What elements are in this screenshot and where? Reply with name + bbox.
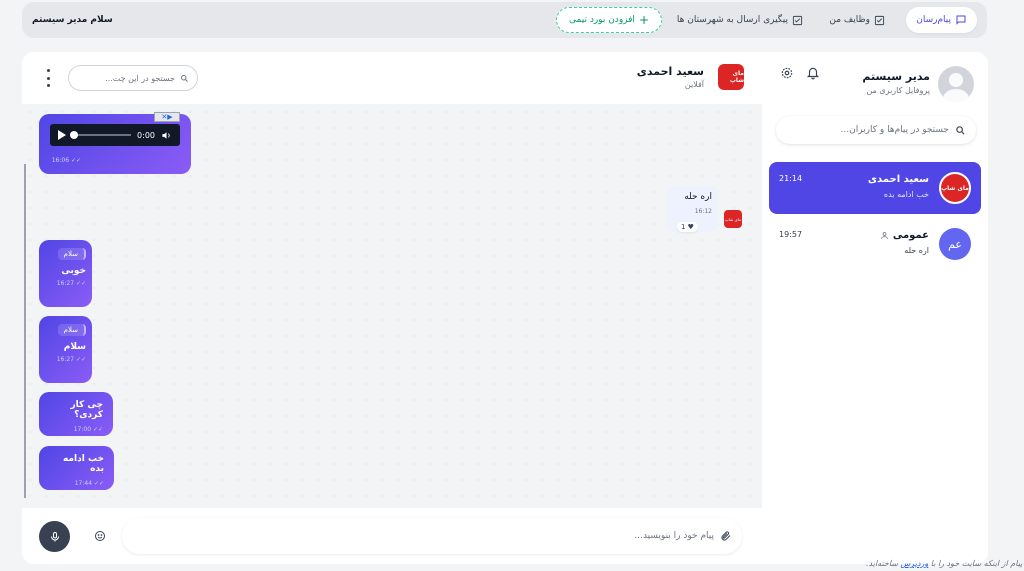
nav-tracking[interactable]: پیگیری ارسال به شهرستان ها <box>677 7 803 33</box>
credit-prefix: پیام از اینکه سایت خود را با <box>930 559 1023 568</box>
checkbox-icon <box>792 15 803 25</box>
avatar: مای شاپ <box>939 172 971 204</box>
volume-icon[interactable] <box>161 130 172 141</box>
add-team-board-label: افزودن بورد تیمی <box>569 15 635 25</box>
gear-icon[interactable] <box>780 66 794 80</box>
profile-name: مدیر سیستم <box>862 70 930 83</box>
sidebar-search-placeholder: جستجو در پیام‌ها و کاربران... <box>840 125 949 135</box>
profile-subtitle: پروفایل کاربری من <box>866 86 930 95</box>
microphone-button[interactable] <box>39 521 70 552</box>
shop-logo-icon: مای شاپ <box>941 174 969 202</box>
message-text: چی کار کردی؟ <box>70 400 103 420</box>
nav-messenger-label: پیام‌رسان <box>916 15 951 25</box>
conversation-title: سعید احمدی <box>867 174 929 185</box>
play-icon[interactable] <box>58 130 66 140</box>
chat-panel: مای شاپ سعید احمدی آفلاین جستجو در این چ… <box>22 52 762 564</box>
message-list[interactable]: ▶✕ 0:00 16:06 اره حله 16:12 1 ♥ مای شاپ … <box>22 104 762 508</box>
message-time: 16:27 <box>45 280 86 287</box>
more-options-icon[interactable] <box>44 69 52 87</box>
outgoing-message: خب ادامه بده 17:44 <box>39 446 114 490</box>
audio-message: ▶✕ 0:00 16:06 <box>39 112 191 174</box>
paperclip-icon[interactable] <box>720 530 732 542</box>
microphone-icon <box>50 531 59 541</box>
conversation-last-message: اره حله <box>904 246 929 255</box>
user-icon <box>881 232 888 239</box>
message-input-placeholder: پیام خود را بنویسید... <box>634 531 714 541</box>
chat-header: مای شاپ سعید احمدی آفلاین جستجو در این چ… <box>22 52 762 104</box>
emoji-icon[interactable] <box>94 530 106 542</box>
message-text: خب ادامه بده <box>63 454 104 474</box>
search-icon <box>956 125 965 135</box>
user-greeting: سلام مدیر سیستم <box>32 15 113 25</box>
outgoing-message: چی کار کردی؟ 17:00 <box>39 392 113 436</box>
audio-player[interactable]: 0:00 <box>50 124 180 146</box>
nav-my-tasks[interactable]: وظایف من <box>829 7 885 33</box>
conversation-item[interactable]: مای شاپ سعید احمدی خب ادامه بده 21:14 <box>769 162 981 214</box>
reply-preview[interactable]: سلام <box>57 324 86 336</box>
avatar <box>938 66 974 102</box>
profile-section[interactable]: مدیر سیستم پروفایل کاربری من <box>774 66 974 102</box>
conversation-title-row: عمومی <box>880 230 929 241</box>
audio-seek-slider[interactable] <box>69 131 132 139</box>
conversation-item[interactable]: عم عمومی اره حله 19:57 <box>769 218 981 270</box>
nav-messenger[interactable]: پیام‌رسان <box>906 7 977 33</box>
nav-my-tasks-label: وظایف من <box>829 15 870 25</box>
message-time: 16:06 <box>52 157 81 164</box>
message-composer: پیام خود را بنویسید... <box>22 508 762 564</box>
message-time: 16:27 <box>45 356 86 363</box>
add-team-board-button[interactable]: + افزودن بورد تیمی <box>556 7 662 33</box>
message-time: 16:12 <box>694 208 712 215</box>
message-input[interactable]: پیام خود را بنویسید... <box>122 518 742 554</box>
chat-contact-status: آفلاین <box>684 80 704 89</box>
checkbox-icon <box>874 15 885 25</box>
outgoing-message: سلام خوبی 16:27 <box>39 240 92 307</box>
top-navbar: پیام‌رسان وظایف من پیگیری ارسال به شهرست… <box>22 2 987 38</box>
message-text: خوبی <box>61 266 86 276</box>
reply-preview[interactable]: سلام <box>57 248 86 260</box>
message-time: 17:00 <box>49 426 103 433</box>
plus-icon: + <box>638 13 649 27</box>
chat-icon <box>956 15 966 25</box>
audio-current-time: 0:00 <box>137 130 155 140</box>
chat-contact-name: سعید احمدی <box>636 65 704 78</box>
message-text: اره حله <box>684 192 712 202</box>
avatar: عم <box>939 228 971 260</box>
conversations-sidebar: مدیر سیستم پروفایل کاربری من جستجو در پی… <box>762 52 988 564</box>
conversation-last-message: خب ادامه بده <box>883 190 929 199</box>
bell-icon[interactable] <box>806 66 820 80</box>
sidebar-search-input[interactable]: جستجو در پیام‌ها و کاربران... <box>776 116 976 144</box>
conversation-time: 21:14 <box>779 174 803 183</box>
message-time: 17:44 <box>49 480 104 487</box>
conversation-time: 19:57 <box>779 230 803 239</box>
ad-badge-icon[interactable]: ▶✕ <box>154 112 180 122</box>
heart-reaction-badge[interactable]: 1 ♥ <box>677 222 698 232</box>
chat-search-input[interactable]: جستجو در این چت... <box>68 65 198 91</box>
wordpress-link[interactable]: وردپرس <box>901 559 929 568</box>
shop-logo-icon: مای شاپ <box>718 64 744 90</box>
scrollbar[interactable] <box>24 164 26 498</box>
search-icon <box>181 74 188 82</box>
wordpress-credit: پیام از اینکه سایت خود را با وردپرس ساخت… <box>866 559 1022 568</box>
message-text: سلام <box>63 342 86 352</box>
conversation-title: عمومی <box>892 230 929 241</box>
credit-suffix: ساخته‌اید. <box>866 559 898 568</box>
nav-tracking-label: پیگیری ارسال به شهرستان ها <box>676 15 788 25</box>
outgoing-message: سلام سلام 16:27 <box>39 316 92 383</box>
shop-logo-icon: مای شاپ <box>724 210 742 228</box>
chat-search-placeholder: جستجو در این چت... <box>105 73 175 83</box>
